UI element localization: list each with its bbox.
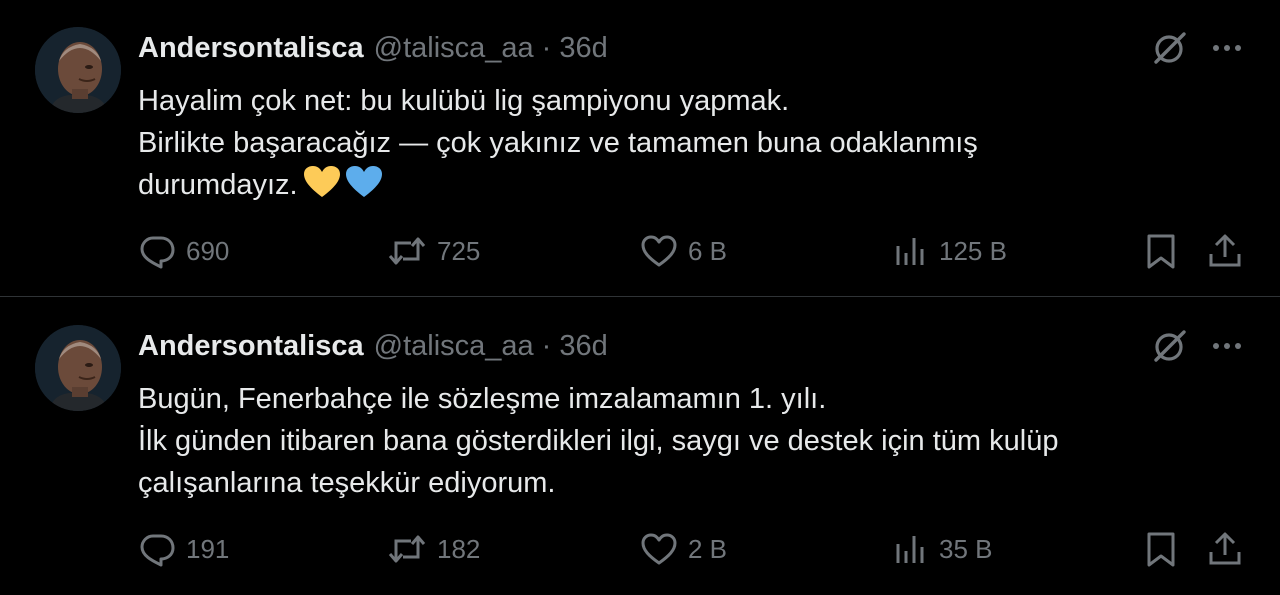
bookmark-icon <box>1147 234 1175 269</box>
tweet-text-line: çalışanlarına teşekkür ediyorum. <box>138 467 556 499</box>
like-count: 2 B <box>688 533 728 564</box>
bookmark-button[interactable] <box>1143 526 1179 572</box>
like-icon <box>641 235 677 267</box>
tweet-actions: 191 182 2 B 35 B <box>0 526 1280 572</box>
reply-icon <box>140 236 175 269</box>
display-name[interactable]: Andersontalisca <box>138 32 364 65</box>
yellow-heart-icon <box>302 164 342 212</box>
display-name[interactable]: Andersontalisca <box>138 330 364 363</box>
tweet-text-line: Bugün, Fenerbahçe ile sözleşme imzalamam… <box>138 383 827 415</box>
like-count: 6 B <box>688 235 728 266</box>
separator-dot: · <box>541 329 552 362</box>
grok-icon[interactable] <box>1150 28 1190 68</box>
like-button[interactable]: 6 B <box>640 228 727 274</box>
bookmark-button[interactable] <box>1143 228 1179 274</box>
share-button[interactable] <box>1206 228 1244 274</box>
separator-dot: · <box>541 31 552 64</box>
views-button[interactable]: 35 B <box>893 526 993 572</box>
tweet-text-line: durumdayız. <box>138 169 298 201</box>
grok-icon[interactable] <box>1150 326 1190 366</box>
tweet[interactable]: Andersontalisca @talisca_aa · 36d Bugün,… <box>0 298 1280 595</box>
timestamp[interactable]: 36d <box>559 330 607 363</box>
avatar[interactable] <box>35 27 121 113</box>
view-count: 125 B <box>939 235 1007 266</box>
tweet[interactable]: Andersontalisca @talisca_aa · 36d Hayali… <box>0 0 1280 297</box>
reply-icon <box>140 534 175 567</box>
tweet-text-line: İlk günden itibaren bana gösterdikleri i… <box>138 425 1059 457</box>
more-icon[interactable] <box>1207 328 1247 364</box>
view-count: 35 B <box>939 533 993 564</box>
timestamp[interactable]: 36d <box>559 32 607 65</box>
tweet-text-line-last: durumdayız. <box>138 164 1198 212</box>
tweet-actions: 690 725 6 B 125 B <box>0 228 1280 274</box>
like-button[interactable]: 2 B <box>640 526 727 572</box>
repost-count: 725 <box>437 235 481 266</box>
tweet-text-line: Hayalim çok net: bu kulübü lig şampiyonu… <box>138 85 790 117</box>
bookmark-icon <box>1147 532 1175 567</box>
tweet-text: Bugün, Fenerbahçe ile sözleşme imzalamam… <box>138 378 1198 504</box>
more-icon[interactable] <box>1207 30 1247 66</box>
reply-count: 191 <box>186 533 230 564</box>
share-button[interactable] <box>1206 526 1244 572</box>
avatar-image <box>35 27 121 113</box>
reply-button[interactable]: 690 <box>138 228 229 274</box>
repost-icon <box>388 535 426 563</box>
tweet-text-line: Birlikte başaracağız — çok yakınız ve ta… <box>138 127 978 159</box>
repost-button[interactable]: 725 <box>387 228 480 274</box>
blue-heart-icon <box>344 164 384 212</box>
repost-icon <box>388 237 426 265</box>
views-icon <box>896 238 924 265</box>
tweet-text: Hayalim çok net: bu kulübü lig şampiyonu… <box>138 80 1198 212</box>
user-handle[interactable]: @talisca_aa <box>374 32 534 65</box>
repost-button[interactable]: 182 <box>387 526 480 572</box>
avatar-image <box>35 325 121 411</box>
repost-count: 182 <box>437 533 481 564</box>
reply-count: 690 <box>186 235 230 266</box>
avatar[interactable] <box>35 325 121 411</box>
like-icon <box>641 533 677 565</box>
views-button[interactable]: 125 B <box>893 228 1007 274</box>
views-icon <box>896 536 924 563</box>
user-handle[interactable]: @talisca_aa <box>374 330 534 363</box>
share-icon <box>1209 234 1241 267</box>
share-icon <box>1209 532 1241 565</box>
reply-button[interactable]: 191 <box>138 526 229 572</box>
